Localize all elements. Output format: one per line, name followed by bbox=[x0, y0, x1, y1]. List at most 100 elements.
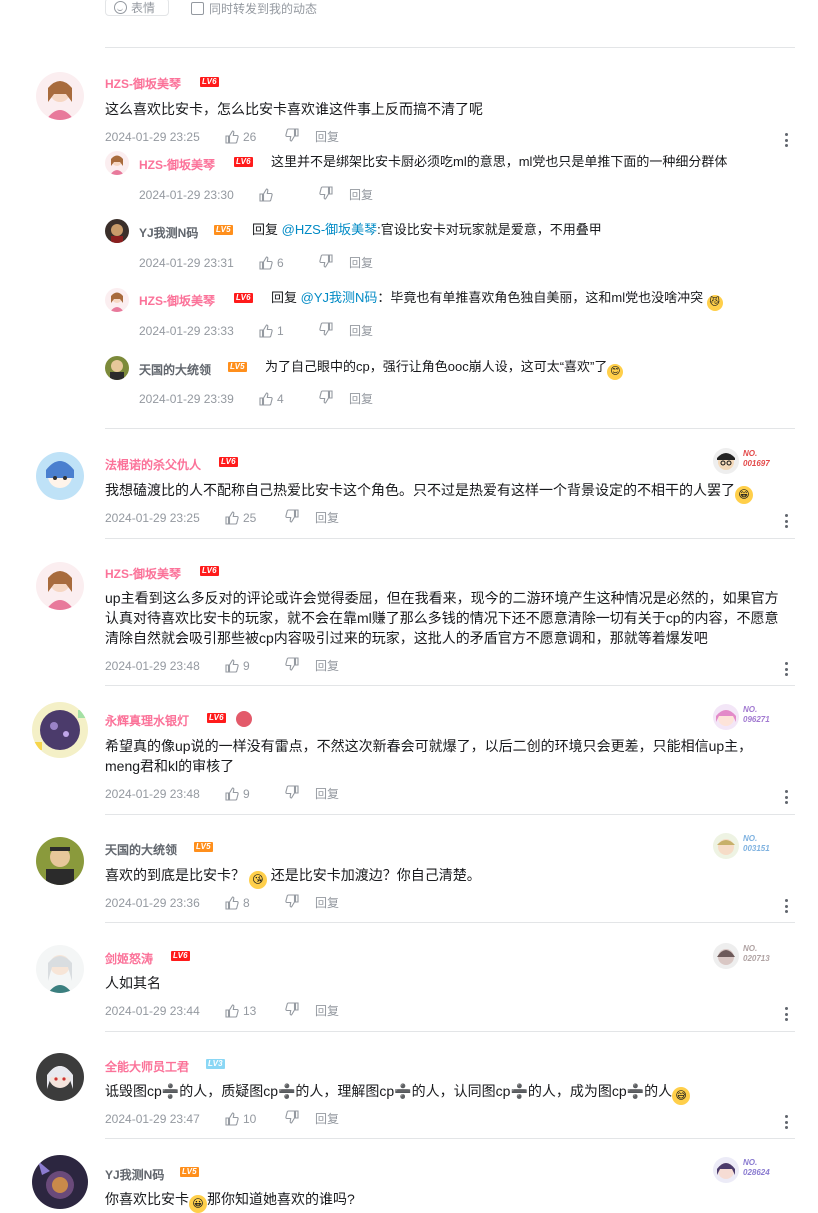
more-options-icon[interactable] bbox=[784, 1115, 788, 1129]
timestamp: 2024-01-29 23:39 bbox=[139, 391, 234, 406]
thumb-up-icon bbox=[259, 323, 273, 338]
comment-meta: 2024-01-29 23:25 25 回复 bbox=[105, 509, 355, 526]
reply-button[interactable]: 回复 bbox=[315, 128, 355, 145]
reply-button[interactable]: 回复 bbox=[315, 657, 355, 674]
dislike-button[interactable] bbox=[285, 657, 315, 674]
avatar[interactable] bbox=[36, 1053, 84, 1101]
comment-meta: 2024-01-29 23:47 10 回复 bbox=[105, 1110, 355, 1127]
level-badge: LV5 bbox=[194, 842, 213, 852]
forward-option[interactable]: 同时转发到我的动态 bbox=[191, 0, 317, 17]
reply-button[interactable]: 回复 bbox=[315, 509, 355, 526]
timestamp: 2024-01-29 23:36 bbox=[105, 895, 200, 910]
more-options-icon[interactable] bbox=[784, 133, 788, 147]
avatar[interactable] bbox=[36, 837, 84, 885]
username[interactable]: 全能大师员工君 bbox=[105, 1058, 189, 1075]
kiss-emoji-icon: 😘 bbox=[248, 871, 267, 889]
username[interactable]: YJ我测N码 bbox=[105, 1166, 164, 1183]
username[interactable]: 法棍诺的杀父仇人 bbox=[105, 456, 201, 473]
level-badge: LV6 bbox=[171, 951, 190, 961]
grin-emoji-icon: 😁 bbox=[735, 486, 753, 504]
username[interactable]: YJ我测N码 bbox=[139, 224, 198, 241]
fan-badge-avatar bbox=[713, 1157, 739, 1183]
avatar[interactable] bbox=[36, 452, 84, 500]
reply-text: 回复 @YJ我测N码：毕竟也有单推喜欢角色独自美丽，这和ml党也没啥冲突 😼 bbox=[271, 288, 723, 311]
reply-button[interactable]: 回复 bbox=[349, 186, 389, 203]
avatar[interactable] bbox=[36, 562, 84, 610]
like-button[interactable]: 6 bbox=[259, 256, 319, 270]
dislike-button[interactable] bbox=[285, 128, 315, 145]
username[interactable]: HZS-御坂美琴 bbox=[139, 156, 215, 173]
more-options-icon[interactable] bbox=[784, 1007, 788, 1021]
username[interactable]: HZS-御坂美琴 bbox=[139, 292, 215, 309]
avatar[interactable] bbox=[105, 151, 129, 175]
dislike-button[interactable] bbox=[319, 322, 349, 339]
divider bbox=[105, 685, 795, 686]
timestamp: 2024-01-29 23:30 bbox=[139, 187, 234, 202]
more-options-icon[interactable] bbox=[784, 790, 788, 804]
avatar[interactable] bbox=[105, 288, 129, 312]
comment-text: 人如其名 bbox=[105, 975, 161, 991]
like-button[interactable]: 9 bbox=[225, 659, 285, 673]
username[interactable]: HZS-御坂美琴 bbox=[105, 75, 181, 92]
more-options-icon[interactable] bbox=[784, 662, 788, 676]
username[interactable]: 天国的大统领 bbox=[105, 841, 177, 858]
emoji-button[interactable]: 表情 bbox=[105, 0, 169, 16]
reply-text: 回复 @HZS-御坂美琴:官设比安卡对玩家就是爱意，不用叠甲 bbox=[252, 222, 602, 237]
like-button[interactable]: 9 bbox=[225, 787, 285, 801]
username[interactable]: 天国的大统领 bbox=[139, 361, 211, 378]
username[interactable]: 剑姬怒涛 bbox=[105, 950, 153, 967]
dislike-button[interactable] bbox=[285, 894, 315, 911]
reply-button[interactable]: 回复 bbox=[315, 785, 355, 802]
dislike-button[interactable] bbox=[319, 254, 349, 271]
like-button[interactable]: 26 bbox=[225, 130, 285, 144]
reply-button[interactable]: 回复 bbox=[315, 894, 355, 911]
thumb-down-icon bbox=[285, 128, 299, 142]
dislike-button[interactable] bbox=[285, 509, 315, 526]
dislike-button[interactable] bbox=[319, 186, 349, 203]
dislike-button[interactable] bbox=[319, 390, 349, 407]
avatar[interactable] bbox=[32, 1155, 88, 1209]
mention-link[interactable]: @YJ我测N码 bbox=[301, 290, 378, 305]
fan-badge-avatar bbox=[713, 943, 739, 969]
fan-badge: NO. 003151 bbox=[713, 833, 793, 863]
forward-checkbox[interactable] bbox=[191, 2, 204, 15]
fan-badge: NO. 028624 bbox=[713, 1157, 793, 1187]
reply-button[interactable]: 回复 bbox=[349, 254, 389, 271]
dislike-button[interactable] bbox=[285, 1110, 315, 1127]
level-badge: LV5 bbox=[180, 1167, 199, 1177]
like-button[interactable]: 25 bbox=[225, 511, 285, 525]
more-options-icon[interactable] bbox=[784, 899, 788, 913]
avatar[interactable] bbox=[105, 219, 129, 243]
avatar[interactable] bbox=[36, 72, 84, 120]
reply-button[interactable]: 回复 bbox=[315, 1110, 355, 1127]
thumb-down-icon bbox=[285, 894, 299, 908]
comment-text: up主看到这么多反对的评论或许会觉得委屈，但在我看来，现今的二游环境产生这种情况… bbox=[105, 590, 779, 646]
timestamp: 2024-01-29 23:48 bbox=[105, 658, 200, 673]
divider bbox=[105, 47, 795, 48]
like-button[interactable]: 13 bbox=[225, 1004, 285, 1018]
avatar[interactable] bbox=[32, 702, 88, 758]
more-options-icon[interactable] bbox=[784, 514, 788, 528]
like-button[interactable]: 4 bbox=[259, 392, 319, 406]
comment-text: 诋毁图cp➗的人，质疑图cp➗的人，理解图cp➗的人，认同图cp➗的人，成为图c… bbox=[105, 1081, 691, 1105]
dislike-button[interactable] bbox=[285, 1002, 315, 1019]
thumb-down-icon bbox=[285, 509, 299, 523]
timestamp: 2024-01-29 23:44 bbox=[105, 1003, 200, 1018]
thumb-down-icon bbox=[285, 1110, 299, 1124]
like-button[interactable]: 8 bbox=[225, 896, 285, 910]
level-badge: LV6 bbox=[200, 566, 219, 576]
avatar[interactable] bbox=[105, 356, 129, 380]
reply-button[interactable]: 回复 bbox=[349, 390, 389, 407]
reply-button[interactable]: 回复 bbox=[315, 1002, 355, 1019]
username[interactable]: HZS-御坂美琴 bbox=[105, 565, 181, 582]
avatar[interactable] bbox=[36, 945, 84, 993]
like-button[interactable]: 10 bbox=[225, 1112, 285, 1126]
emoji-label: 表情 bbox=[131, 0, 156, 15]
like-button[interactable]: 1 bbox=[259, 324, 319, 338]
reply-button[interactable]: 回复 bbox=[349, 322, 389, 339]
like-button[interactable] bbox=[259, 187, 319, 202]
username[interactable]: 永辉真理水银灯 bbox=[105, 712, 189, 729]
mention-link[interactable]: @HZS-御坂美琴 bbox=[282, 222, 378, 237]
dislike-button[interactable] bbox=[285, 785, 315, 802]
thumb-up-icon bbox=[225, 786, 239, 801]
